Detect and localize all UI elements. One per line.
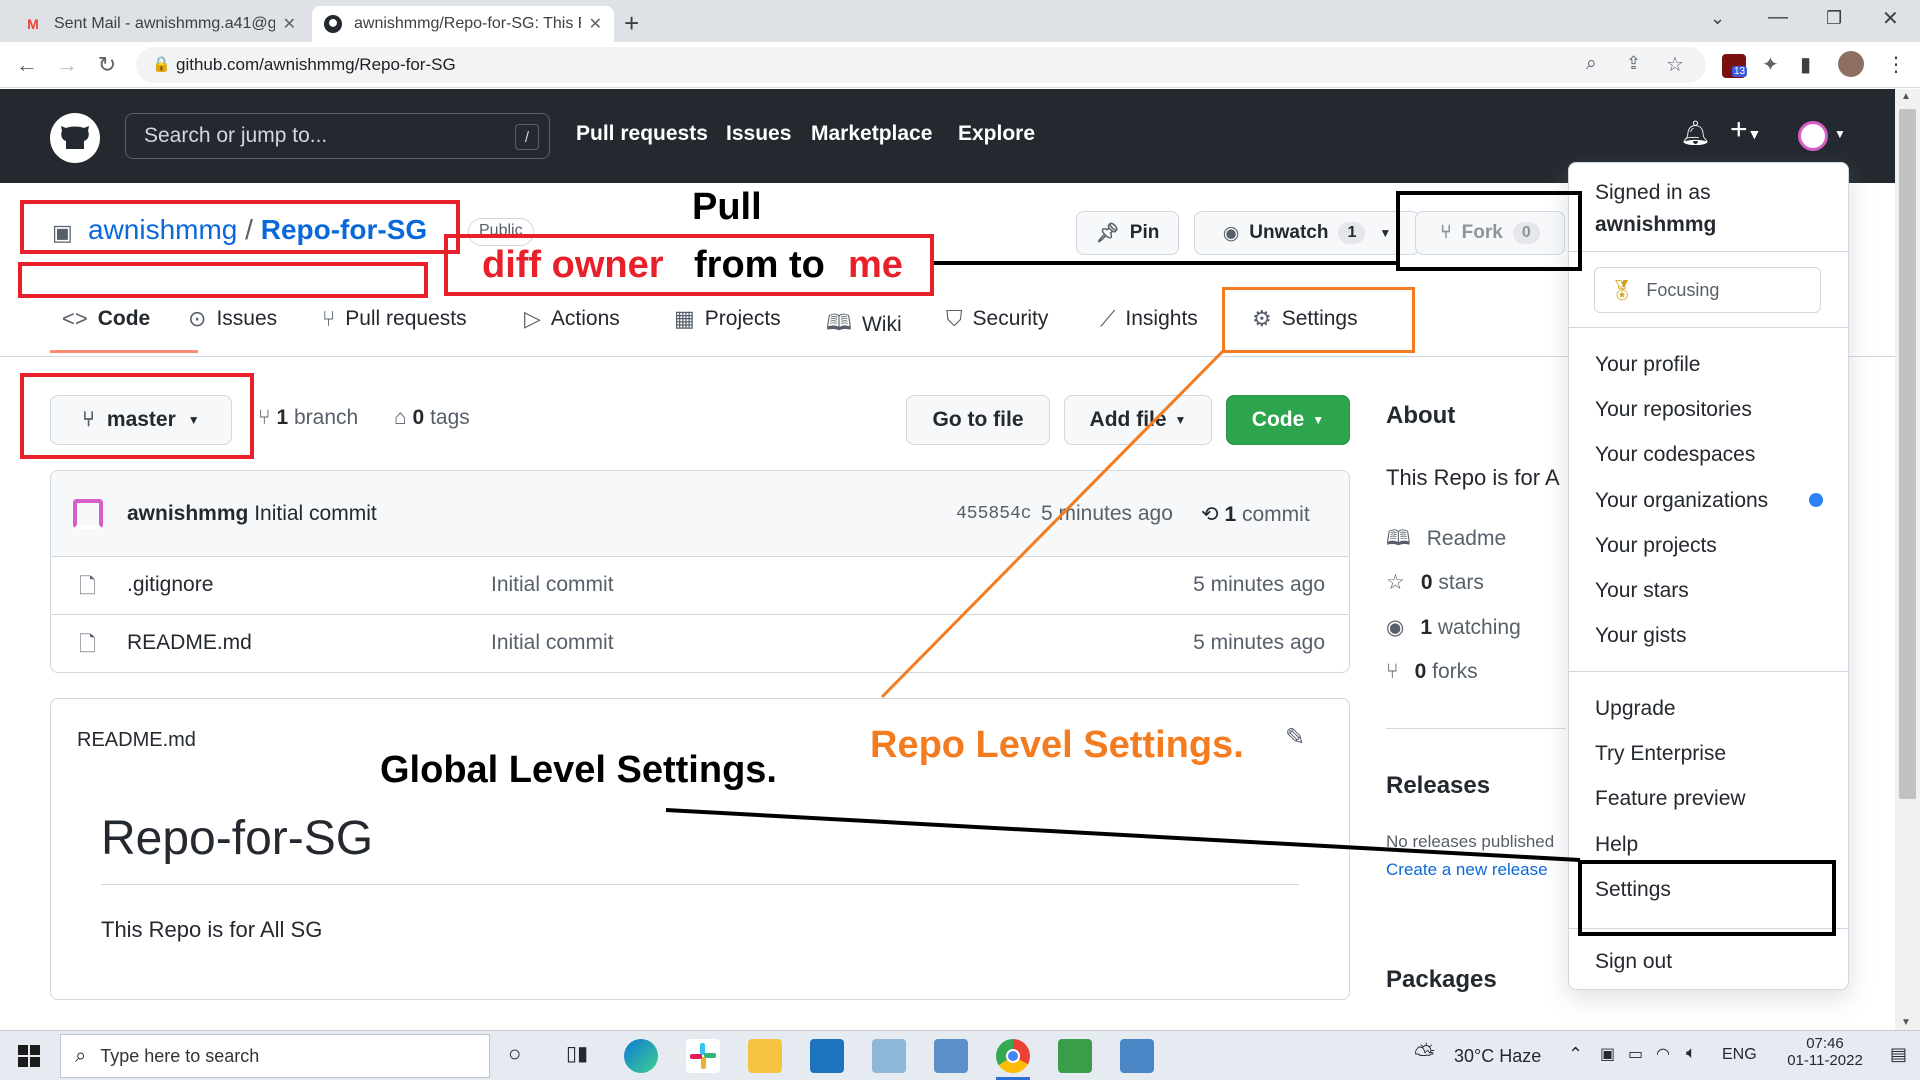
app-icon[interactable] <box>1058 1039 1092 1073</box>
repo-settings-pointer-line <box>880 347 1227 699</box>
annotation-from-to: from to <box>694 244 825 286</box>
volume-icon[interactable]: 🔈︎ <box>1686 1043 1696 1063</box>
taskbar-search-input[interactable]: ⌕ Type here to search <box>60 1034 490 1078</box>
task-view-icon[interactable]: ▯▮ <box>566 1041 588 1066</box>
cortana-icon[interactable]: ○ <box>508 1041 521 1067</box>
windows-start-icon[interactable] <box>18 1045 40 1072</box>
annotation-box-repo-name <box>20 200 460 254</box>
chrome-icon[interactable] <box>996 1039 1030 1073</box>
chevron-up-icon[interactable]: ⌃ <box>1568 1044 1583 1065</box>
scroll-down-icon[interactable]: ▼ <box>1901 1017 1911 1028</box>
search-icon: ⌕ <box>75 1044 87 1067</box>
wifi-icon[interactable]: ◠ <box>1656 1044 1670 1064</box>
global-settings-pointer-line <box>665 808 1581 862</box>
notifications-icon[interactable]: ▤ <box>1890 1044 1907 1065</box>
annotation-box-fork <box>1396 191 1582 271</box>
annotation-global-level: Global Level Settings. <box>380 749 777 791</box>
annotation-box-diff-owner: diff owner from to me <box>444 234 934 296</box>
annotation-me: me <box>848 244 903 286</box>
scrollbar-thumb[interactable] <box>1899 109 1916 799</box>
network-icon[interactable]: ▭ <box>1628 1044 1643 1064</box>
taskbar-search-placeholder: Type here to search <box>100 1045 260 1066</box>
language-indicator[interactable]: ENG <box>1722 1046 1757 1064</box>
app-icon[interactable] <box>934 1039 968 1073</box>
clock[interactable]: 07:46 01-11-2022 <box>1780 1035 1870 1069</box>
clock-date: 01-11-2022 <box>1787 1052 1863 1069</box>
app-icon[interactable] <box>1120 1039 1154 1073</box>
annotation-repo-level: Repo Level Settings. <box>870 724 1244 766</box>
tray-icon[interactable]: ▣ <box>1600 1044 1615 1064</box>
page-scrollbar[interactable]: ▲ ▼ <box>1895 89 1920 1030</box>
weather-icon[interactable]: ⛅︎ <box>1414 1039 1435 1071</box>
annotation-pull: Pull <box>692 186 762 228</box>
annotation-box-repo-settings <box>1222 287 1415 353</box>
slack-icon[interactable] <box>686 1039 720 1073</box>
annotation-diff-owner: diff owner <box>482 244 664 286</box>
clock-time: 07:46 <box>1806 1035 1844 1052</box>
annotation-box-global-settings <box>1578 860 1836 936</box>
annotation-box-branch <box>20 373 254 459</box>
weather-text[interactable]: 30°C Haze <box>1454 1046 1541 1067</box>
mail-icon[interactable] <box>810 1039 844 1073</box>
scroll-up-icon[interactable]: ▲ <box>1901 91 1911 102</box>
app-icon[interactable] <box>872 1039 906 1073</box>
file-explorer-icon[interactable] <box>748 1039 782 1073</box>
edge-icon[interactable] <box>624 1039 658 1073</box>
annotation-box-empty <box>18 262 428 298</box>
windows-taskbar: ⌕ Type here to search ○ ▯▮ ⛅︎ 30°C Haze … <box>0 1030 1920 1080</box>
